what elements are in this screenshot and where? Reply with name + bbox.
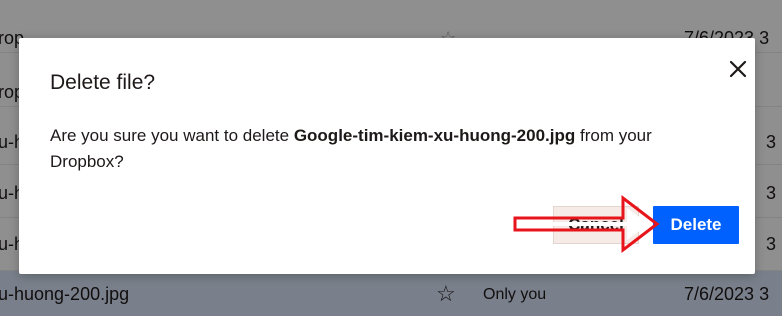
cancel-button[interactable]: Cancel (553, 206, 639, 244)
delete-file-dialog: Delete file? Are you sure you want to de… (19, 38, 755, 274)
close-button[interactable] (725, 56, 751, 82)
dropbox-page: rop 7/6/2023 3 rop u-h 3 u-h 3 u-h 3 u-h… (0, 0, 782, 316)
file-name-highlight: Google-tim-kiem-xu-huong-200.jpg (293, 126, 576, 145)
close-icon (729, 60, 747, 78)
message-prefix: Are you sure you want to delete (50, 126, 294, 145)
delete-button[interactable]: Delete (653, 206, 739, 244)
dialog-message: Are you sure you want to delete Google-t… (50, 123, 700, 175)
dialog-title: Delete file? (50, 71, 156, 94)
